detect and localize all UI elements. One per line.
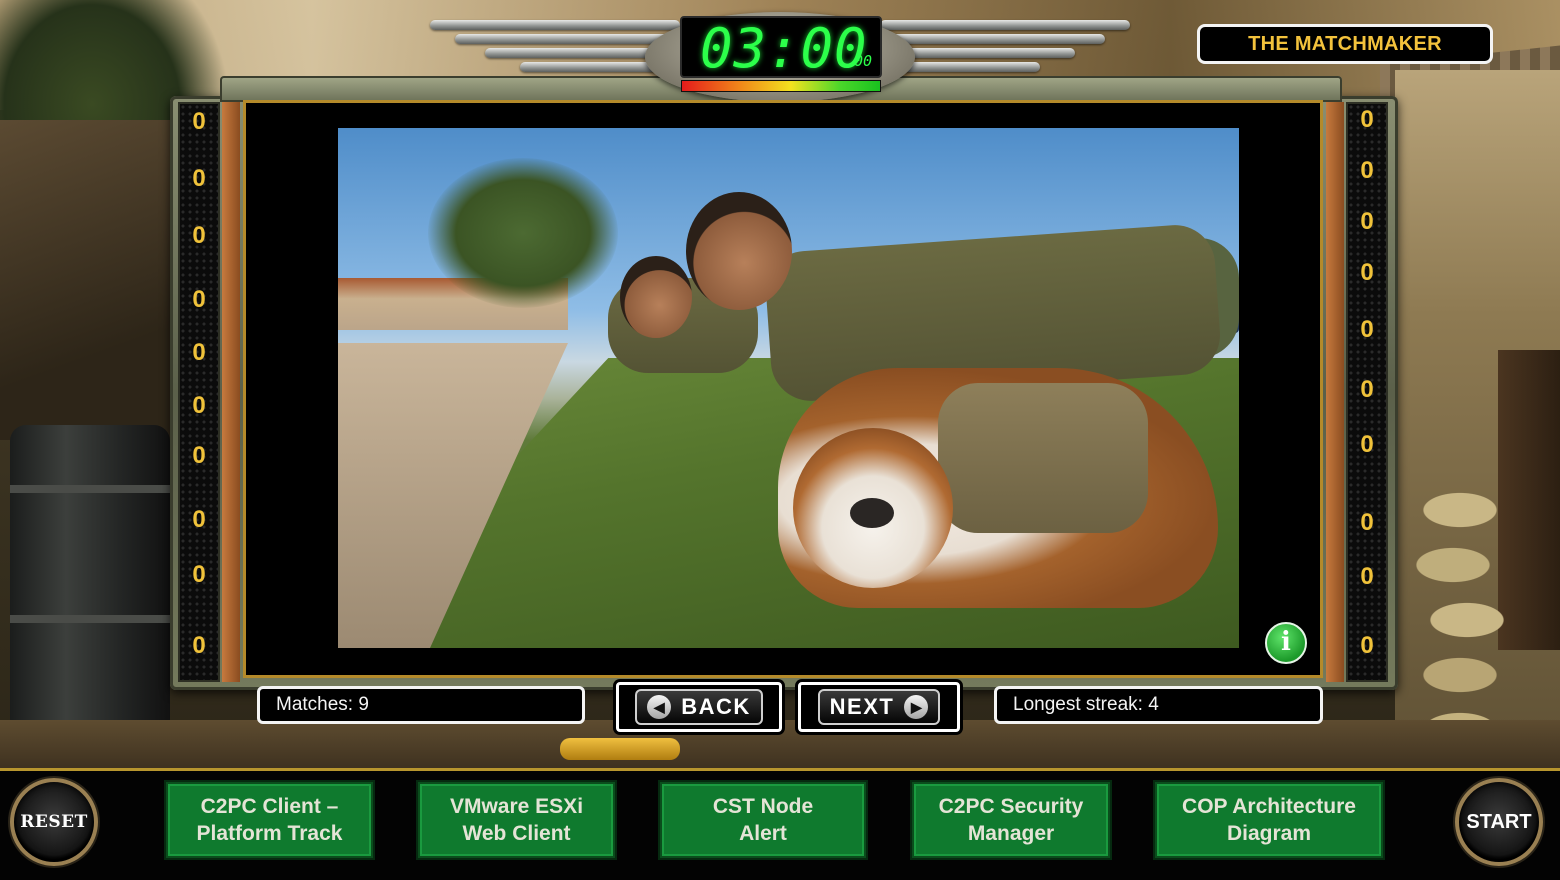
right-score-10: 0 bbox=[1360, 632, 1374, 659]
left-score-7: 0 bbox=[192, 442, 206, 469]
longest-streak-counter: Longest streak: 4 bbox=[994, 686, 1323, 724]
right-score-8: 0 bbox=[1360, 509, 1374, 536]
matches-counter: Matches: 9 bbox=[257, 686, 585, 724]
category-label-line2: Alert bbox=[739, 822, 787, 845]
right-score-3: 0 bbox=[1360, 208, 1374, 235]
category-label-line2: Diagram bbox=[1226, 822, 1311, 845]
left-score-5: 0 bbox=[192, 339, 206, 366]
longest-streak-text: Longest streak: 4 bbox=[1013, 694, 1159, 715]
wing-right-ornament bbox=[880, 14, 1140, 76]
score-column-right: 0 0 0 0 0 0 0 0 0 0 bbox=[1346, 102, 1388, 682]
right-score-4: 0 bbox=[1360, 259, 1374, 286]
score-column-left: 0 0 0 0 0 0 0 0 0 0 bbox=[178, 102, 220, 682]
oil-barrel bbox=[10, 425, 170, 725]
back-button[interactable]: ◀ BACK bbox=[616, 682, 782, 732]
tank-silhouette bbox=[0, 120, 180, 440]
category-label-line1: C2PC Security bbox=[938, 795, 1084, 818]
left-score-2: 0 bbox=[192, 165, 206, 192]
frame-rail-left bbox=[222, 102, 240, 682]
right-score-7: 0 bbox=[1360, 431, 1374, 458]
frame-rail-right bbox=[1326, 102, 1344, 682]
category-button-1[interactable]: C2PC Client – Platform Track bbox=[166, 782, 373, 858]
timer-hundredths: 00 bbox=[854, 52, 873, 70]
category-label-line2: Web Client bbox=[462, 822, 571, 845]
category-button-4[interactable]: C2PC Security Manager bbox=[912, 782, 1110, 858]
category-label-line1: COP Architecture bbox=[1182, 795, 1356, 818]
category-label-line1: VMware ESXi bbox=[449, 795, 584, 818]
category-button-2[interactable]: VMware ESXi Web Client bbox=[418, 782, 615, 858]
photo-marine-head-front bbox=[686, 192, 792, 310]
timer-progress-bar bbox=[681, 80, 881, 92]
reset-button-label: RESET bbox=[20, 812, 88, 832]
reset-button[interactable]: RESET bbox=[10, 778, 98, 866]
next-button-label: NEXT bbox=[829, 694, 895, 719]
right-score-2: 0 bbox=[1360, 157, 1374, 184]
photo-marine-head-back bbox=[620, 256, 692, 338]
timer-digits: 03:00 bbox=[700, 17, 868, 80]
ammo-shells bbox=[560, 738, 680, 760]
category-label-line2: Manager bbox=[967, 822, 1055, 845]
game-title: THE MATCHMAKER bbox=[1197, 24, 1493, 64]
left-score-10: 0 bbox=[192, 632, 206, 659]
category-label-line1: C2PC Client – bbox=[200, 795, 339, 818]
right-score-5: 0 bbox=[1360, 316, 1374, 343]
category-label-line1: CST Node bbox=[712, 795, 814, 818]
match-photo bbox=[338, 128, 1239, 648]
back-button-label: BACK bbox=[681, 694, 751, 719]
photo-dog-vest bbox=[938, 383, 1148, 533]
left-score-6: 0 bbox=[192, 392, 206, 419]
right-score-1: 0 bbox=[1360, 106, 1374, 133]
photo-tree bbox=[428, 158, 618, 308]
photo-bulldog-nose bbox=[850, 498, 894, 528]
left-score-9: 0 bbox=[192, 561, 206, 588]
left-score-8: 0 bbox=[192, 506, 206, 533]
start-button[interactable]: START bbox=[1455, 778, 1543, 866]
countdown-timer: 03:00 00 bbox=[680, 16, 882, 78]
category-label-line2: Platform Track bbox=[196, 822, 343, 845]
wing-left-ornament bbox=[420, 14, 680, 76]
sandbags bbox=[1390, 480, 1530, 760]
matches-text: Matches: 9 bbox=[276, 694, 369, 715]
left-score-1: 0 bbox=[192, 108, 206, 135]
left-score-4: 0 bbox=[192, 286, 206, 313]
category-button-5[interactable]: COP Architecture Diagram bbox=[1155, 782, 1383, 858]
right-score-6: 0 bbox=[1360, 376, 1374, 403]
category-button-3[interactable]: CST Node Alert bbox=[660, 782, 866, 858]
arrow-left-icon: ◀ bbox=[647, 695, 672, 719]
start-button-label: START bbox=[1466, 810, 1532, 833]
next-button[interactable]: NEXT ▶ bbox=[798, 682, 960, 732]
info-button[interactable]: i bbox=[1265, 622, 1307, 664]
right-score-9: 0 bbox=[1360, 563, 1374, 590]
left-score-3: 0 bbox=[192, 222, 206, 249]
arrow-right-icon: ▶ bbox=[904, 695, 929, 719]
